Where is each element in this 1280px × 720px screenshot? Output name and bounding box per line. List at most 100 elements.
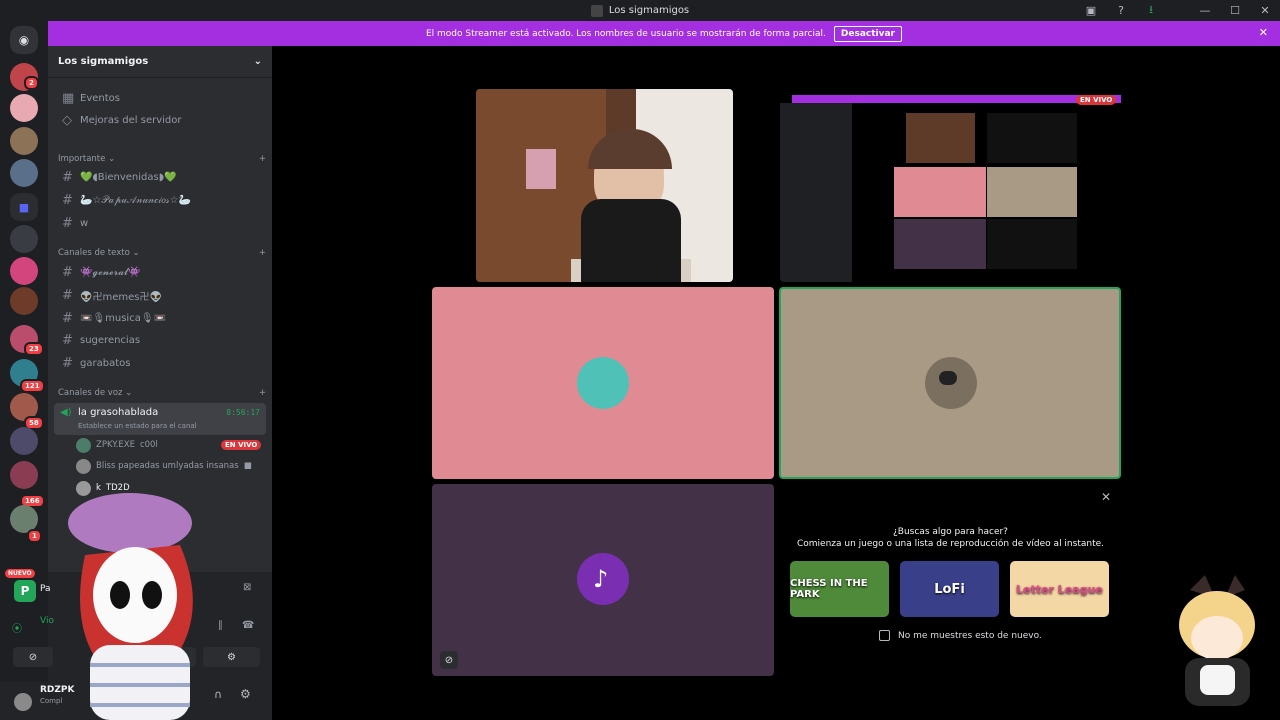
window-title-text: Los sigmamigos — [608, 5, 690, 16]
character-overlay — [68, 493, 193, 720]
channel-label: 👾𝓰𝓮𝓷𝓮𝓻𝓪𝓵👾 — [80, 266, 141, 278]
minimize-button[interactable]: — — [1190, 0, 1220, 21]
add-channel-icon[interactable]: + — [259, 154, 266, 164]
poster — [526, 149, 556, 189]
camera-button[interactable]: ⊘ — [13, 647, 53, 667]
server-boost-item[interactable]: ◇ Mejoras del servidor — [56, 110, 266, 130]
unread-badge: 1 — [27, 529, 42, 543]
boost-icon: ◇ — [62, 112, 72, 128]
channel-garabatos[interactable]: # garabatos — [56, 353, 266, 373]
new-badge: NUEVO — [5, 569, 35, 578]
face — [93, 547, 177, 643]
activity-close-icon[interactable]: ⊠ — [243, 582, 251, 593]
user-tile-speaking[interactable] — [779, 287, 1121, 479]
game-title: Letter League — [1016, 582, 1103, 596]
game-chess-in-the-park[interactable]: CHESS IN THE PARK — [790, 561, 889, 617]
download-icon[interactable]: ⭳ — [1136, 0, 1166, 21]
category-texto[interactable]: Canales de texto ⌄ + — [56, 246, 266, 260]
hash-icon: # — [62, 215, 73, 231]
preview-tile-tan — [987, 167, 1077, 217]
disconnect-icon[interactable]: ☎ — [242, 620, 254, 631]
category-label: Importante — [58, 154, 106, 164]
speaker-icon: ◀) — [60, 407, 72, 418]
user-tile-pink[interactable] — [432, 287, 774, 479]
channel-label: 💚◖Bienvenidas◗💚 — [80, 171, 177, 183]
voice-user-name: ZPKY.EXE — [96, 440, 135, 450]
server-icon-5[interactable] — [10, 225, 38, 253]
camera-tile[interactable] — [476, 89, 733, 282]
close-window-button[interactable]: ✕ — [1250, 0, 1280, 21]
channel-w[interactable]: # w — [56, 213, 266, 233]
voice-status: Vio — [40, 616, 54, 626]
preview-camera — [906, 113, 975, 163]
hash-icon: # — [62, 264, 73, 280]
maximize-button[interactable]: ☐ — [1220, 0, 1250, 21]
discord-home-icon[interactable]: ◉ — [10, 26, 38, 54]
category-voz[interactable]: Canales de voz ⌄ + — [56, 386, 266, 400]
server-name: Los sigmamigos — [58, 56, 149, 67]
channel-general[interactable]: # 👾𝓰𝓮𝓷𝓮𝓻𝓪𝓵👾 — [56, 262, 266, 282]
add-channel-icon[interactable]: + — [259, 248, 266, 258]
activity-launcher: ✕ ¿Buscas algo para hacer? Comienza un j… — [780, 485, 1121, 676]
checkbox-label: No me muestres esto de nuevo. — [898, 630, 1042, 641]
activity-icon: P — [14, 580, 36, 602]
deactivate-button[interactable]: Desactivar — [833, 25, 902, 42]
checkbox[interactable] — [879, 630, 890, 641]
channel-musica[interactable]: # 📼🎙musica🎙📼 — [56, 308, 266, 328]
server-icon-7[interactable] — [10, 287, 38, 315]
preview-banner — [792, 95, 1121, 103]
hash-icon: # — [62, 192, 73, 208]
user-tile-purple[interactable]: ♪ ⊘ — [432, 484, 774, 676]
voice-user-name: Bliss papeadas umlyadas insanas — [96, 461, 239, 471]
server-icon-12[interactable] — [10, 461, 38, 489]
voice-user-tag: c00l — [139, 440, 158, 450]
voice-user[interactable]: ZPKY.EXE c00l — [76, 437, 158, 453]
unread-badge: 121 — [20, 379, 45, 393]
preview-sidebar — [780, 103, 852, 282]
voice-user[interactable]: Bliss papeadas umlyadas insanas ■ — [76, 458, 252, 474]
server-icon-11[interactable] — [10, 427, 38, 455]
close-icon[interactable]: ✕ — [1259, 26, 1268, 39]
server-icon-3[interactable] — [10, 127, 38, 155]
close-icon[interactable]: ✕ — [1101, 490, 1111, 504]
category-label: Canales de texto — [58, 248, 130, 258]
avatar — [76, 458, 91, 474]
category-importante[interactable]: Importante ⌄ + — [56, 152, 266, 166]
eye — [142, 581, 162, 609]
avatar[interactable] — [14, 693, 32, 711]
avatar — [76, 437, 91, 453]
gear-icon[interactable]: ⚙ — [240, 687, 251, 701]
avatar — [577, 357, 629, 409]
activity-title: ¿Buscas algo para hacer? — [893, 527, 1008, 537]
calendar-icon: ▦ — [62, 90, 75, 106]
voice-channel-name: la grasohablada — [78, 407, 159, 418]
server-header[interactable]: Los sigmamigos ⌄ — [48, 46, 272, 78]
hash-icon: # — [62, 310, 73, 326]
video-off-icon: ⊘ — [440, 651, 458, 669]
events-label: Eventos — [80, 92, 120, 104]
channel-anuncios[interactable]: # 🦢☆𝒫𝒶𝓅𝓊𝒜𝓃𝓊𝓃𝒸𝒾𝑜𝓈☆🦢 — [56, 190, 266, 210]
game-letter-league[interactable]: Letter League — [1010, 561, 1109, 617]
preview-tile-purple — [894, 219, 986, 269]
channel-bienvenidas[interactable]: # 💚◖Bienvenidas◗💚 — [56, 167, 266, 187]
inbox-icon[interactable]: ▣ — [1076, 0, 1106, 21]
events-item[interactable]: ▦ Eventos — [56, 88, 266, 108]
hash-icon: # — [62, 355, 73, 371]
server-icon-4[interactable] — [10, 159, 38, 187]
voice-channel-active[interactable]: ◀) la grasohablada 8:56:17 Establece un … — [54, 403, 266, 435]
folder-icon[interactable]: ■ — [10, 193, 38, 221]
help-icon[interactable]: ? — [1106, 0, 1136, 21]
hash-icon: # — [62, 169, 73, 185]
server-icon-2[interactable] — [10, 94, 38, 122]
video-icon: ■ — [243, 461, 252, 471]
add-channel-icon[interactable]: + — [259, 388, 266, 398]
game-lofi[interactable]: LoFi — [900, 561, 999, 617]
server-icon-6[interactable] — [10, 257, 38, 285]
screen-share-tile[interactable]: EN VIVO — [780, 89, 1121, 282]
game-title: CHESS IN THE PARK — [790, 578, 868, 600]
channel-sugerencias[interactable]: # sugerencias — [56, 330, 266, 350]
channel-memes[interactable]: # 👽卍memes卍👽 — [56, 285, 266, 305]
voice-channel-status[interactable]: Establece un estado para el canal — [78, 422, 197, 430]
window-title: Los sigmamigos — [590, 4, 690, 17]
dont-show-again[interactable]: No me muestres esto de nuevo. — [879, 630, 1042, 641]
